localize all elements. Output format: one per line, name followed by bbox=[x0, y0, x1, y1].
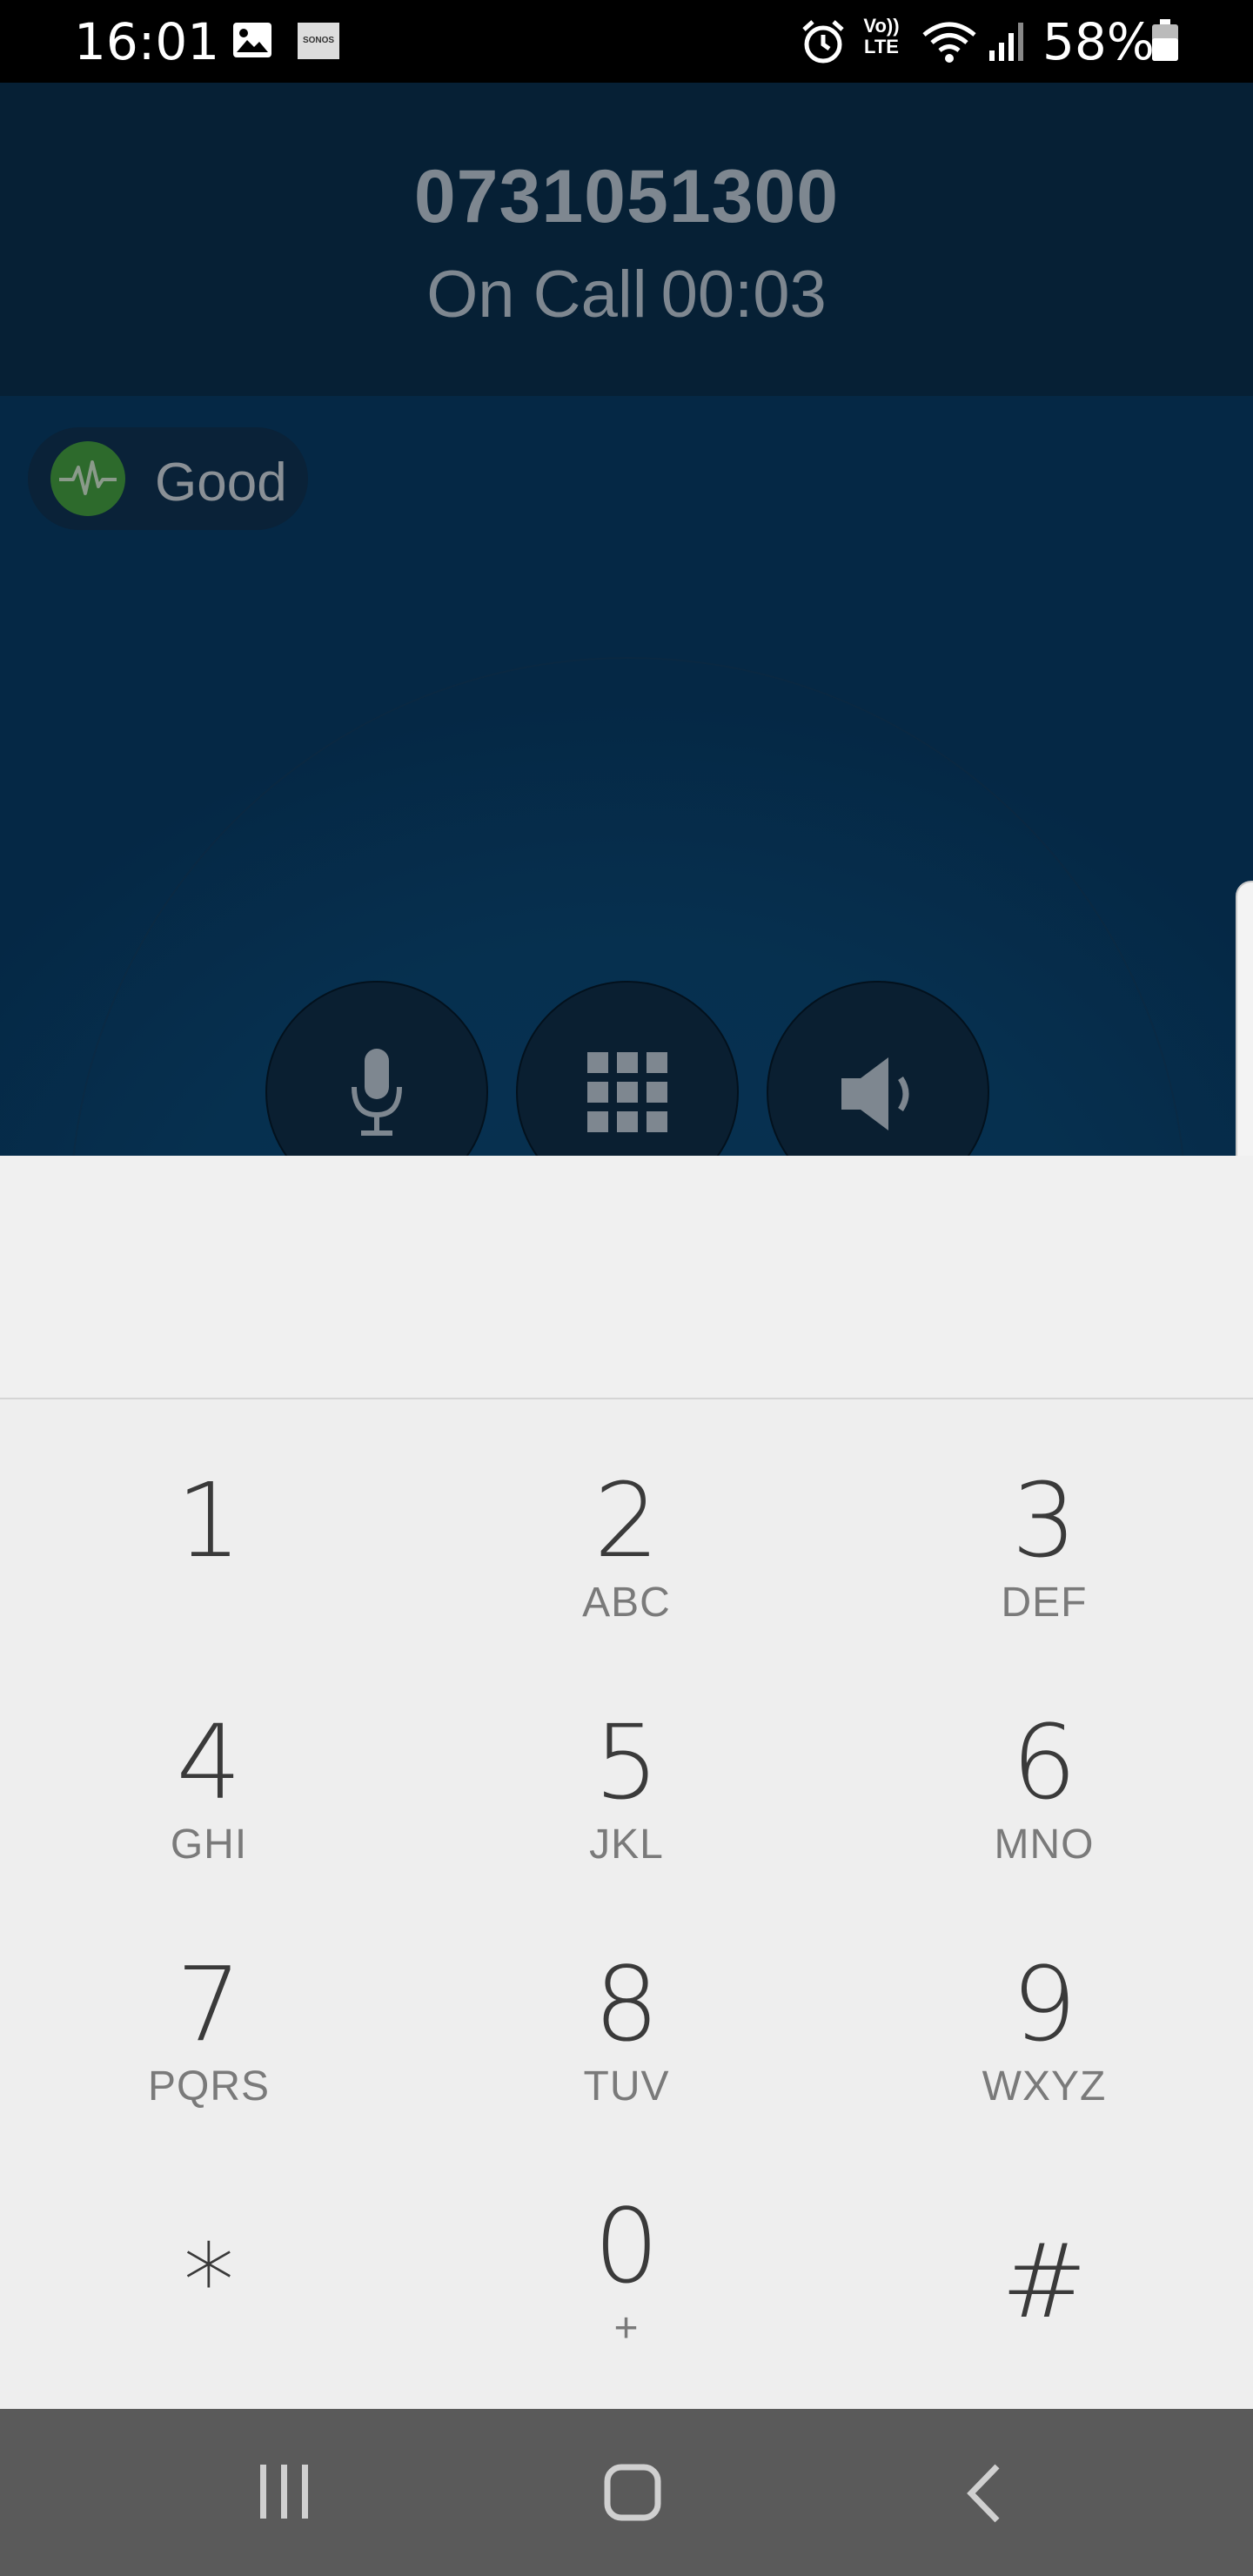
dial-key-digit: 0 bbox=[593, 2186, 660, 2306]
status-time: 16:01 bbox=[74, 12, 220, 71]
pulse-icon bbox=[50, 441, 125, 516]
dial-key-letters: WXYZ bbox=[982, 2063, 1107, 2110]
dial-key[interactable]: 2 ABC bbox=[418, 1399, 835, 1641]
dial-input-area bbox=[0, 1156, 1253, 1398]
call-duration: 00:03 bbox=[660, 258, 827, 332]
home-button[interactable] bbox=[544, 2409, 718, 2576]
battery-percent: 58% bbox=[1042, 12, 1155, 71]
dial-key[interactable]: # bbox=[835, 2125, 1253, 2367]
status-bar: 16:01 SONOS Vo)) LTE 58% bbox=[0, 0, 1253, 83]
call-header: 0731051300 On Call 00:03 bbox=[0, 83, 1253, 396]
call-quality-badge: Good bbox=[28, 427, 308, 530]
dial-key-letters: GHI bbox=[170, 1821, 248, 1868]
dial-key-digit: 1 bbox=[176, 1460, 242, 1580]
dial-key-digit: 2 bbox=[593, 1460, 660, 1580]
battery-icon bbox=[1150, 19, 1180, 67]
dial-key[interactable]: * bbox=[0, 2125, 418, 2367]
dial-key[interactable]: 4 GHI bbox=[0, 1641, 418, 1883]
gallery-icon bbox=[231, 21, 273, 64]
dial-key-letters: MNO bbox=[994, 1821, 1095, 1868]
dial-key[interactable]: 6 MNO bbox=[835, 1641, 1253, 1883]
back-button[interactable] bbox=[896, 2409, 1070, 2576]
call-number: 0731051300 bbox=[413, 155, 840, 238]
dial-key[interactable]: 9 WXYZ bbox=[835, 1883, 1253, 2125]
back-icon bbox=[967, 2464, 1000, 2523]
dial-key-digit: # bbox=[1001, 2221, 1088, 2341]
dial-key-digit: 5 bbox=[593, 1702, 660, 1822]
signal-icon bbox=[988, 19, 1028, 67]
call-area: Good bbox=[0, 396, 1253, 1156]
dial-key[interactable]: 5 JKL bbox=[418, 1641, 835, 1883]
dial-key-letters: DEF bbox=[1001, 1580, 1088, 1626]
dial-key-digit: * bbox=[183, 2221, 235, 2341]
keypad-icon bbox=[587, 1052, 667, 1132]
dialpad: 1 2 ABC 3 DEF 4 GHI 5 JKL 6 MNO 7 PQRS 8 TUV 9 WXYZ * 0 + # bbox=[0, 1399, 1253, 2409]
recent-apps-button[interactable] bbox=[196, 2409, 370, 2576]
microphone-icon bbox=[352, 1049, 402, 1136]
dial-key-letters: TUV bbox=[583, 2063, 670, 2110]
call-status: On Call 00:03 bbox=[0, 257, 1253, 332]
dial-key-letters: + bbox=[613, 2305, 640, 2351]
dial-key-digit: 8 bbox=[593, 1944, 660, 2064]
navigation-bar bbox=[0, 2409, 1253, 2576]
dial-key[interactable]: 1 bbox=[0, 1399, 418, 1641]
dial-key-digit: 3 bbox=[1011, 1460, 1077, 1580]
dial-key-digit: 4 bbox=[176, 1702, 242, 1822]
volte-icon: Vo)) LTE bbox=[863, 15, 900, 57]
dial-key[interactable]: 8 TUV bbox=[418, 1883, 835, 2125]
call-quality-label: Good bbox=[155, 453, 287, 513]
dial-key-digit: 9 bbox=[1011, 1944, 1077, 2064]
speaker-icon bbox=[841, 1057, 909, 1130]
sonos-icon: SONOS bbox=[298, 23, 339, 59]
wifi-icon bbox=[921, 17, 978, 70]
alarm-icon bbox=[799, 17, 848, 70]
dial-key[interactable]: 0 + bbox=[418, 2125, 835, 2367]
dial-key[interactable]: 7 PQRS bbox=[0, 1883, 418, 2125]
dial-key-letters: PQRS bbox=[147, 2063, 271, 2110]
dial-key-letters: ABC bbox=[582, 1580, 671, 1626]
dial-key-letters: JKL bbox=[589, 1821, 664, 1868]
dial-key-digit: 6 bbox=[1011, 1702, 1077, 1822]
recent-apps-icon bbox=[260, 2465, 308, 2519]
call-status-label: On Call bbox=[426, 258, 647, 332]
dial-key-digit: 7 bbox=[176, 1944, 242, 2064]
home-icon bbox=[604, 2464, 661, 2521]
dial-key[interactable]: 3 DEF bbox=[835, 1399, 1253, 1641]
